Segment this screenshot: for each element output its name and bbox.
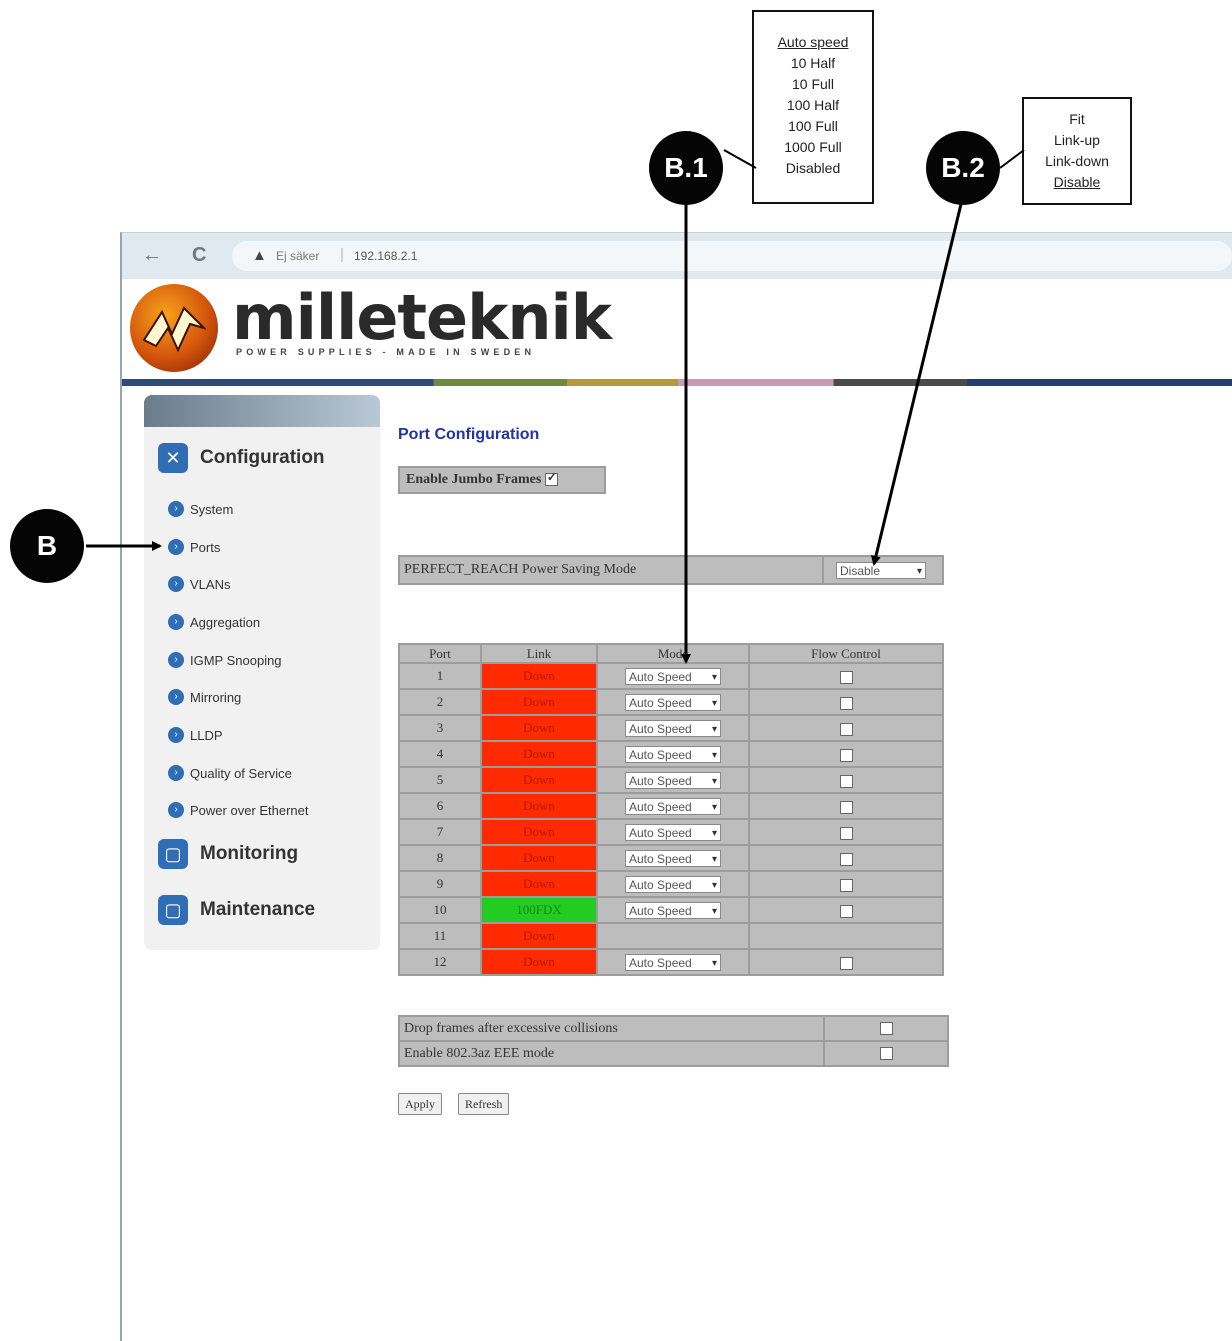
- callout-badge-b1: B.1: [649, 131, 723, 205]
- callout-badge-b: B: [10, 509, 84, 583]
- callout-badge-b2: B.2: [926, 131, 1000, 205]
- arrow-to-psm: [871, 199, 964, 566]
- annotation-arrows: [86, 149, 1025, 664]
- callout-pointer-b1: [723, 149, 757, 169]
- callout-pointer-b2: [999, 149, 1025, 169]
